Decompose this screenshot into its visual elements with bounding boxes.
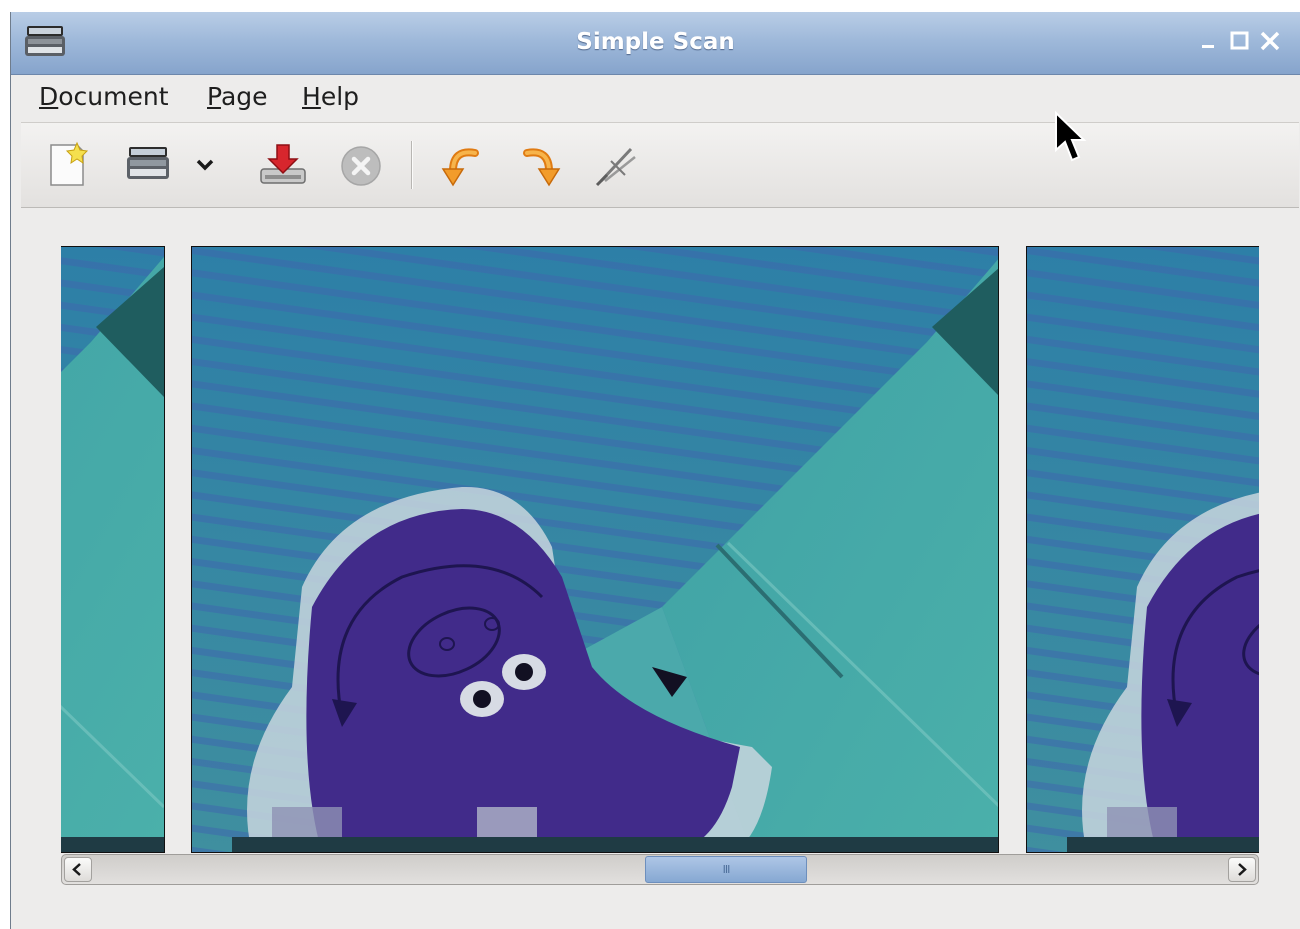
titlebar[interactable]: Simple Scan bbox=[11, 12, 1300, 75]
save-icon[interactable] bbox=[257, 139, 309, 191]
close-icon[interactable] bbox=[1259, 30, 1281, 52]
rotate-left-icon[interactable] bbox=[435, 139, 487, 191]
page-view[interactable] bbox=[61, 246, 1259, 853]
stop-icon[interactable] bbox=[335, 139, 387, 191]
maximize-icon[interactable] bbox=[1229, 30, 1251, 52]
new-document-icon[interactable] bbox=[41, 139, 93, 191]
scroll-left-button[interactable] bbox=[64, 857, 92, 882]
menu-help-label: elp bbox=[320, 82, 360, 111]
scan-options-dropdown-icon[interactable] bbox=[193, 139, 217, 191]
scroll-left-icon bbox=[72, 863, 81, 876]
horizontal-scrollbar[interactable]: III bbox=[61, 854, 1259, 885]
rotate-right-icon[interactable] bbox=[515, 139, 567, 191]
scroll-right-icon bbox=[1238, 863, 1247, 876]
page-image bbox=[192, 247, 999, 853]
mouse-cursor bbox=[1055, 110, 1087, 162]
menu-document-label: ocument bbox=[58, 82, 169, 111]
page-thumbnail[interactable] bbox=[1026, 246, 1259, 853]
menu-page-label: age bbox=[220, 82, 268, 111]
menu-document-mnemonic: D bbox=[39, 82, 59, 111]
crop-icon[interactable] bbox=[591, 139, 643, 191]
scan-icon[interactable] bbox=[123, 139, 175, 191]
menu-page[interactable]: Page bbox=[205, 82, 270, 111]
page-thumbnail-selected[interactable] bbox=[191, 246, 999, 853]
menubar: Document Page Help bbox=[11, 75, 1300, 121]
page-image bbox=[61, 247, 164, 853]
toolbar bbox=[21, 122, 1299, 208]
toolbar-separator bbox=[411, 141, 413, 189]
menu-document[interactable]: Document bbox=[37, 82, 171, 111]
menu-help-mnemonic: H bbox=[302, 82, 321, 111]
scroll-right-button[interactable] bbox=[1228, 857, 1256, 882]
menu-page-mnemonic: P bbox=[207, 82, 221, 111]
scrollbar-thumb[interactable]: III bbox=[645, 856, 807, 883]
page-thumbnail[interactable] bbox=[61, 246, 165, 853]
page-image bbox=[1027, 247, 1259, 853]
menu-help[interactable]: Help bbox=[300, 82, 361, 111]
minimize-icon[interactable] bbox=[1199, 30, 1221, 52]
window-title: Simple Scan bbox=[576, 29, 735, 55]
scrollbar-grip: III bbox=[722, 863, 731, 876]
simple-scan-window: Simple Scan Document Page Help III bbox=[10, 12, 1300, 929]
